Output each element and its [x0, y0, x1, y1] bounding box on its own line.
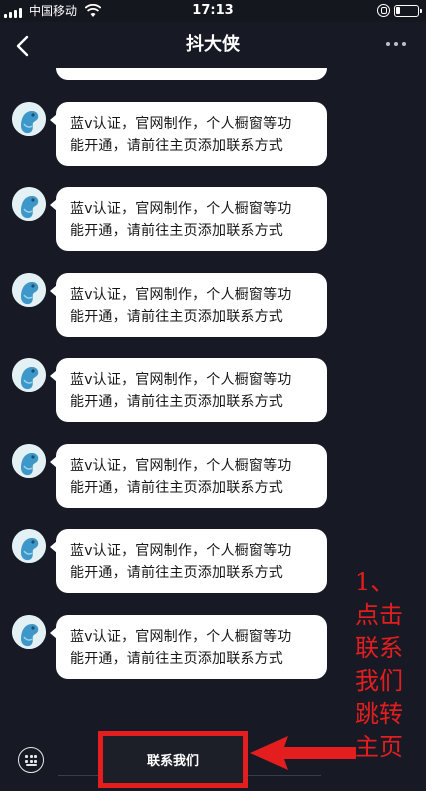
contact-highlight-box: 联系我们 — [98, 731, 248, 788]
message-text: 蓝v认证，官网制作，个人橱窗等功 — [70, 201, 292, 217]
message-bubble[interactable]: 蓝v认证，官网制作，个人橱窗等功能开通，请前往主页添加联系方式 — [50, 443, 327, 508]
message-text: 能开通，请前往主页添加联系方式 — [70, 565, 283, 581]
status-time: 17:13 — [192, 3, 234, 18]
message-text: 能开通，请前往主页添加联系方式 — [70, 223, 283, 239]
annotation-line: 我们 — [355, 667, 403, 695]
page-title: 抖大侠 — [186, 34, 240, 55]
avatar[interactable] — [12, 272, 46, 307]
message-text: 蓝v认证，官网制作，个人橱窗等功 — [70, 543, 292, 559]
annotation-line: 跳转 — [355, 700, 403, 728]
message-bubble[interactable]: 蓝v认证，官网制作，个人橱窗等功能开通，请前往主页添加联系方式 — [50, 529, 327, 593]
annotation-line: 主页 — [355, 733, 403, 761]
message-item[interactable]: 蓝v认证，官网制作，个人橱窗等功能开通，请前往主页添加联系方式 — [0, 101, 426, 178]
message-bubble[interactable]: 蓝v认证，官网制作，个人橱窗等功能开通，请前往主页添加联系方式 — [50, 187, 327, 251]
message-item[interactable]: 蓝v认证，官网制作，个人橱窗等功能开通，请前往主页添加联系方式 — [0, 272, 426, 349]
message-text: 蓝v认证，官网制作，个人橱窗等功 — [70, 457, 292, 474]
message-bubble[interactable]: 蓝v认证，官网制作，个人橱窗等功能开通，请前往主页添加联系方式 — [50, 358, 327, 422]
avatar[interactable] — [12, 187, 46, 221]
message-text: 蓝v认证，官网制作，个人橱窗等功 — [70, 115, 292, 132]
message-text: 能开通，请前往主页添加联系方式 — [70, 394, 283, 410]
contact-us-button[interactable]: 联系我们 — [103, 736, 243, 783]
message-item[interactable]: 蓝v认证，官网制作，个人橱窗等功能开通，请前往主页添加联系方式 — [0, 358, 426, 434]
annotation-line: 1、 — [355, 568, 395, 596]
avatar[interactable] — [12, 358, 46, 392]
message-text: 能开通，请前往主页添加联系方式 — [70, 479, 283, 496]
keyboard-icon[interactable] — [18, 747, 44, 773]
message-bubble[interactable]: 蓝v认证，官网制作，个人橱窗等功能开通，请前往主页添加联系方式 — [50, 614, 327, 679]
message-text: 能开通，请前往主页添加联系方式 — [70, 308, 283, 325]
status-bar: 中国移动 17:13 — [0, 0, 426, 22]
message-text: 蓝v认证，官网制作，个人橱窗等功 — [70, 628, 292, 645]
message-text: 蓝v认证，官网制作，个人橱窗等功 — [70, 286, 292, 303]
avatar[interactable] — [12, 443, 46, 478]
more-dots-icon[interactable] — [386, 42, 408, 48]
avatar[interactable] — [12, 529, 46, 563]
avatar[interactable] — [12, 101, 46, 136]
annotation-arrow-icon — [250, 736, 356, 770]
annotation-text: 1、点击联系我们跳转主页 — [355, 566, 425, 764]
message-bubble[interactable]: 蓝v认证，官网制作，个人橱窗等功能开通，请前往主页添加联系方式 — [56, 68, 327, 80]
avatar[interactable] — [12, 614, 46, 649]
message-bubble[interactable]: 蓝v认证，官网制作，个人橱窗等功能开通，请前往主页添加联系方式 — [50, 272, 327, 337]
annotation-line: 联系 — [355, 634, 403, 662]
nav-bar: 抖大侠 — [0, 22, 426, 68]
message-item[interactable]: 蓝v认证，官网制作，个人橱窗等功能开通，请前往主页添加联系方式 — [0, 68, 426, 92]
message-text: 能开通，请前往主页添加联系方式 — [70, 137, 283, 154]
message-item[interactable]: 蓝v认证，官网制作，个人橱窗等功能开通，请前往主页添加联系方式 — [0, 187, 426, 263]
message-text: 能开通，请前往主页添加联系方式 — [70, 68, 317, 71]
message-item[interactable]: 蓝v认证，官网制作，个人橱窗等功能开通，请前往主页添加联系方式 — [0, 443, 426, 520]
message-text: 蓝v认证，官网制作，个人橱窗等功 — [70, 372, 292, 388]
message-bubble[interactable]: 蓝v认证，官网制作，个人橱窗等功能开通，请前往主页添加联系方式 — [50, 101, 327, 166]
battery-icon — [394, 5, 422, 17]
orientation-lock-icon — [377, 4, 390, 17]
message-text: 能开通，请前往主页添加联系方式 — [70, 650, 283, 667]
annotation-line: 点击 — [355, 601, 403, 629]
